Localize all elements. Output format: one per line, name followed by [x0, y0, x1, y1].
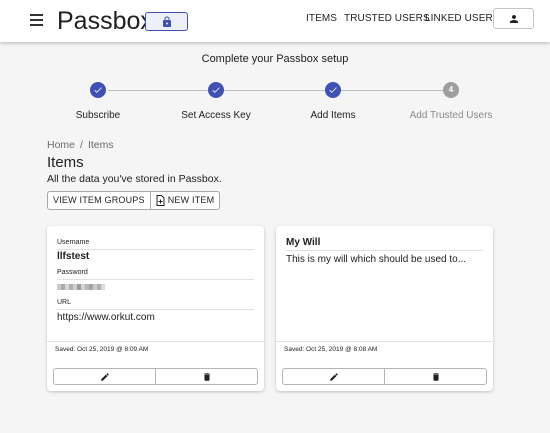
- url-label: URL: [57, 299, 72, 306]
- nav-linked-users[interactable]: LINKED USERS: [425, 13, 500, 24]
- item-card[interactable]: Username llfstest Password URL https://w…: [47, 226, 264, 391]
- step-label-subscribe: Subscribe: [75, 110, 121, 121]
- step-connector: [341, 90, 444, 91]
- delete-icon: [203, 373, 210, 381]
- password-label: Password: [57, 269, 88, 276]
- username-value: llfstest: [57, 251, 90, 262]
- breadcrumb-home[interactable]: Home: [47, 139, 75, 151]
- divider: [57, 279, 254, 280]
- account-icon: [510, 15, 518, 23]
- step-label-access-key: Set Access Key: [181, 110, 251, 121]
- delete-icon: [432, 373, 439, 381]
- edit-icon: [329, 373, 338, 381]
- check-icon: [212, 87, 220, 93]
- edit-icon: [100, 373, 109, 381]
- edit-button[interactable]: [54, 369, 155, 384]
- delete-button[interactable]: [155, 369, 257, 384]
- divider: [57, 249, 254, 250]
- step-2-check: [208, 82, 224, 98]
- step-4-number: 4: [443, 82, 459, 98]
- menu-icon[interactable]: [30, 14, 43, 26]
- lock-button[interactable]: [145, 12, 188, 31]
- check-icon: [329, 87, 337, 93]
- divider: [276, 341, 493, 342]
- lock-icon: [163, 16, 171, 27]
- step-3-check: [325, 82, 341, 98]
- breadcrumb-current: Items: [87, 139, 114, 151]
- brand-title[interactable]: Passbox: [57, 7, 153, 36]
- item-card[interactable]: My Will This is my will which should be …: [276, 226, 493, 391]
- edit-button[interactable]: [283, 369, 384, 384]
- username-label: Username: [57, 239, 90, 246]
- check-icon: [94, 87, 102, 93]
- password-masked-value: [57, 284, 105, 290]
- saved-timestamp: Saved: Oct 25, 2019 @ 8:08 AM: [284, 346, 378, 353]
- breadcrumb-separator: /: [80, 139, 83, 151]
- divider: [47, 341, 264, 342]
- delete-button[interactable]: [384, 369, 486, 384]
- url-value: https://www.orkut.com: [57, 312, 155, 323]
- view-item-groups-button[interactable]: VIEW ITEM GROUPS: [48, 192, 150, 209]
- new-item-label: NEW ITEM: [167, 195, 215, 205]
- saved-timestamp: Saved: Oct 25, 2019 @ 8:09 AM: [55, 346, 149, 353]
- divider: [57, 309, 254, 310]
- page-title: Items: [47, 154, 84, 171]
- step-label-trusted-users: Add Trusted Users: [409, 110, 493, 121]
- divider: [286, 250, 483, 251]
- new-item-button[interactable]: NEW ITEM: [149, 192, 220, 209]
- nav-items[interactable]: ITEMS: [306, 13, 337, 24]
- note-body: This is my will which should be used to.…: [286, 254, 467, 265]
- setup-title: Complete your Passbox setup: [201, 53, 349, 65]
- app-bar: Passbox ITEMS TRUSTED USERS LINKED USERS: [0, 0, 550, 42]
- step-label-add-items: Add Items: [310, 110, 356, 121]
- account-button[interactable]: [493, 8, 534, 29]
- step-1-check: [90, 82, 106, 98]
- note-title: My Will: [286, 237, 321, 248]
- new-file-icon: [156, 195, 165, 206]
- card-actions: [53, 368, 258, 385]
- page-subtitle: All the data you've stored in Passbox.: [47, 173, 222, 185]
- item-actions-group: VIEW ITEM GROUPS NEW ITEM: [47, 191, 221, 210]
- nav-trusted-users[interactable]: TRUSTED USERS: [344, 13, 430, 24]
- breadcrumb: Home / Items: [47, 139, 114, 151]
- card-actions: [282, 368, 487, 385]
